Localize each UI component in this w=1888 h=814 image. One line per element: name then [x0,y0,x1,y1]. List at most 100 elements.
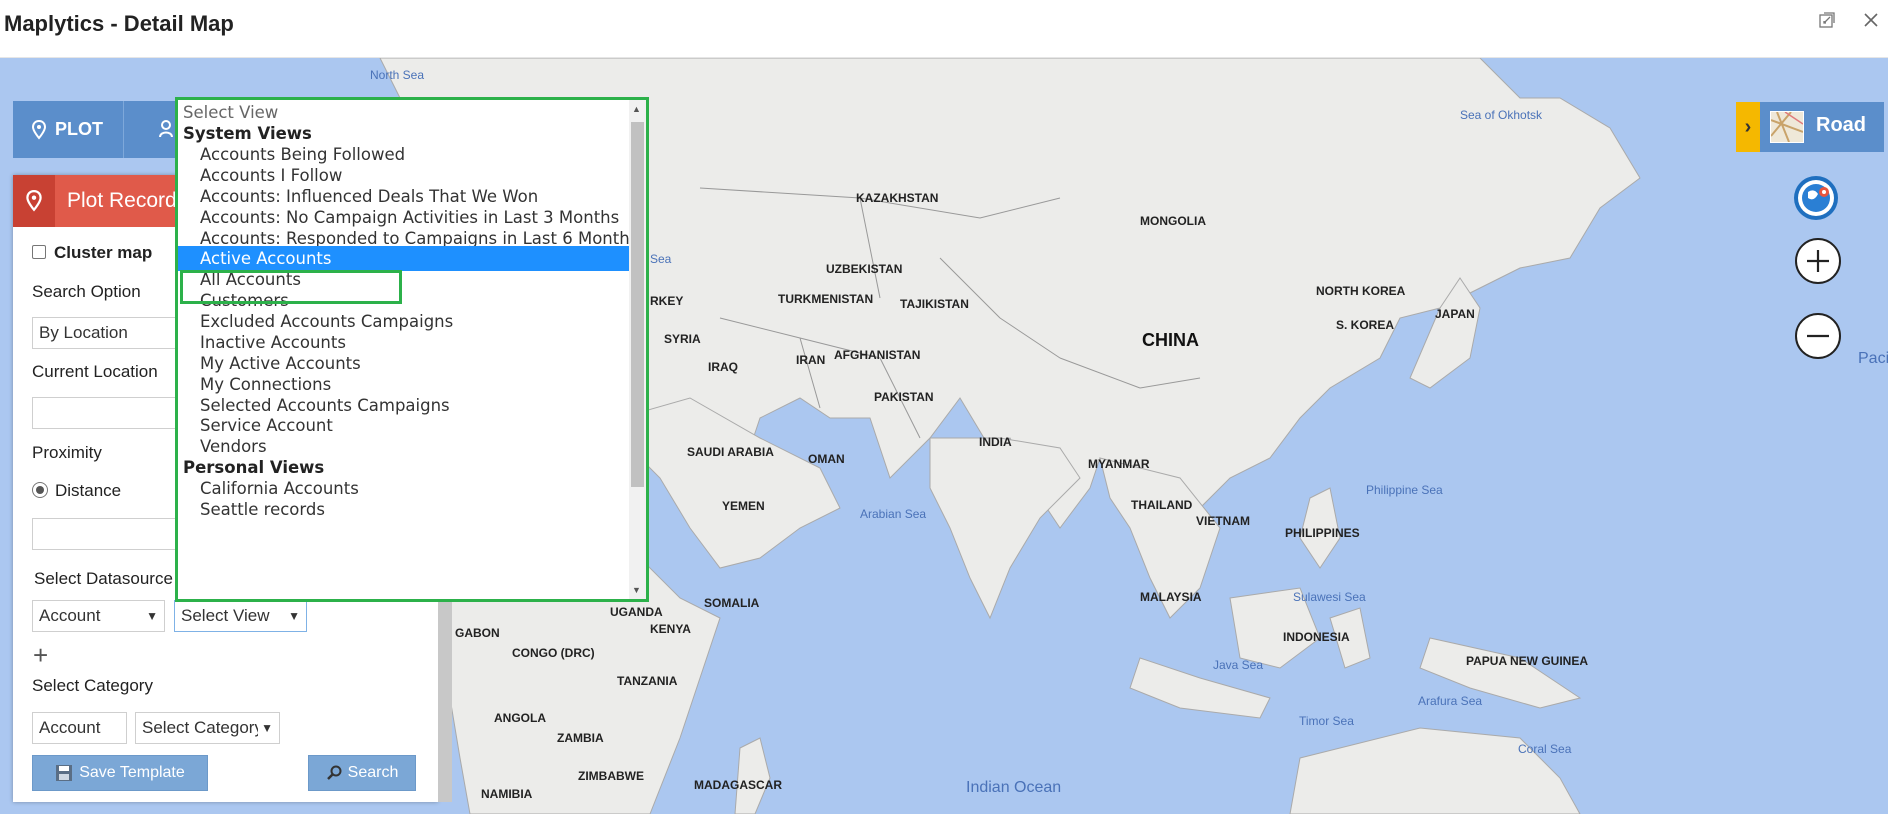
map-label-turkey: RKEY [650,294,684,308]
map-label-uzbekistan: UZBEKISTAN [826,262,903,276]
current-location-input[interactable] [32,397,192,429]
map-label-tanzania: TANZANIA [617,674,678,688]
map-label-indonesia: INDONESIA [1283,630,1350,644]
zoom-out-button[interactable] [1795,313,1841,359]
category-select-value: Select Category [142,718,263,737]
option-seattle-records[interactable]: Seattle records [178,497,630,522]
map-label-sea-okhotsk: Sea of Okhotsk [1460,108,1543,122]
map-label-namibia: NAMIBIA [481,787,533,801]
active-accounts-highlight [180,270,402,304]
plot-tab[interactable]: PLOT [13,101,123,158]
map-label-philippine-sea: Philippine Sea [1366,483,1443,497]
map-label-syria: SYRIA [664,332,701,346]
map-label-madagascar: MADAGASCAR [694,778,782,792]
app-window: Maplytics - Detail Map North Sea Sea of … [0,0,1888,814]
map-label-tajikistan: TAJIKISTAN [900,297,969,311]
chevron-down-icon: ▼ [288,609,300,623]
map-label-vietnam: VIETNAM [1196,514,1250,528]
chevron-down-icon: ▼ [258,713,273,743]
search-icon [326,765,342,780]
current-location-label: Current Location [32,362,158,381]
zoom-in-button[interactable] [1795,238,1841,284]
map-label-thailand: THAILAND [1131,498,1193,512]
map-label-arabian-sea: Arabian Sea [860,507,927,521]
search-button[interactable]: Search [308,755,416,791]
map-label-s-korea: S. KOREA [1336,318,1395,332]
map-label-japan: JAPAN [1435,307,1475,321]
plot-tab-label: PLOT [55,119,103,139]
map-label-saudi: SAUDI ARABIA [687,445,774,459]
map-label-arafura: Arafura Sea [1418,694,1483,708]
chevron-down-icon: ▼ [146,609,158,623]
map-label-myanmar: MYANMAR [1088,457,1150,471]
plus-icon [1807,250,1829,272]
map-label-philippines: PHILIPPINES [1285,526,1360,540]
map-label-java-sea: Java Sea [1213,658,1264,672]
category-entity-input[interactable]: Account [32,712,127,744]
map-label-kazakhstan: KAZAKHSTAN [856,191,939,205]
map-label-timor: Timor Sea [1299,714,1354,728]
map-label-uganda: UGANDA [610,605,663,619]
distance-input[interactable] [32,518,192,550]
map-label-angola: ANGOLA [494,711,546,725]
map-label-china: CHINA [1142,330,1199,350]
chevron-right-icon[interactable]: › [1736,102,1760,152]
save-template-label: Save Template [79,764,185,781]
save-icon [56,765,73,781]
cluster-map-label: Cluster map [54,243,153,262]
minus-icon [1807,334,1829,338]
category-select[interactable]: Select Category ▼ [135,712,280,744]
datasource-label: Select Datasource [34,569,173,588]
map-label-png: PAPUA NEW GUINEA [1466,654,1589,668]
map-label-oman: OMAN [808,452,845,466]
map-label-gabon: GABON [455,626,500,640]
select-view-listbox[interactable]: Select View System Views Accounts Being … [175,97,649,602]
close-icon[interactable] [1858,10,1884,36]
datasource-view-select[interactable]: Select View ▼ [174,600,307,632]
map-label-iraq: IRAQ [708,360,738,374]
scroll-down-icon[interactable]: ▼ [632,585,641,595]
restore-icon[interactable] [1814,10,1840,36]
search-option-label: Search Option [32,282,141,301]
search-option-select[interactable]: By Location [32,317,192,349]
route-tab[interactable] [123,101,183,158]
map-label-indian-ocean: Indian Ocean [966,779,1062,796]
map-label-india: INDIA [979,435,1012,449]
search-option-value: By Location [39,323,128,342]
cluster-map-checkbox[interactable] [32,245,46,259]
person-pin-icon [159,120,173,138]
map-label-zambia: ZAMBIA [557,731,604,745]
map-label-kenya: KENYA [650,622,691,636]
globe-locate-icon[interactable] [1790,172,1842,224]
map-label-north-sea: North Sea [370,68,425,82]
category-label: Select Category [32,676,153,695]
map-label-north-korea: NORTH KOREA [1316,284,1406,298]
map-style-road-button[interactable]: › Road [1736,102,1884,152]
distance-label: Distance [55,481,122,500]
scroll-up-icon[interactable]: ▲ [632,104,641,114]
road-map-thumbnail-icon [1770,111,1804,143]
add-icon[interactable]: + [33,642,48,668]
map-label-congo: CONGO (DRC) [512,646,595,660]
map-label-afghanistan: AFGHANISTAN [834,348,921,362]
proximity-label: Proximity [32,443,102,462]
map-label-mongolia: MONGOLIA [1140,214,1206,228]
map-label-turkmenistan: TURKMENISTAN [778,292,874,306]
listbox-scrollbar[interactable]: ▲ ▼ [629,100,646,599]
datasource-entity-select[interactable]: Account ▼ [32,600,165,632]
map-label-malaysia: MALAYSIA [1140,590,1202,604]
plot-records-title: Plot Records [67,189,188,212]
map-label-sulawesi: Sulawesi Sea [1293,590,1366,604]
save-template-button[interactable]: Save Template [32,755,208,791]
window-title: Maplytics - Detail Map [4,11,234,36]
map-label-pakistan: PAKISTAN [874,390,934,404]
pin-icon [31,119,47,140]
pin-icon [13,175,55,227]
title-bar: Maplytics - Detail Map [0,0,1888,58]
map-label-iran: IRAN [796,353,826,367]
select-view-options: Select View System Views Accounts Being … [178,100,638,599]
scrollbar-thumb[interactable] [631,122,644,487]
map-label-pacific: Paci Oce [1858,350,1888,367]
distance-radio[interactable] [32,482,48,498]
map-label-zimbabwe: ZIMBABWE [578,769,644,783]
